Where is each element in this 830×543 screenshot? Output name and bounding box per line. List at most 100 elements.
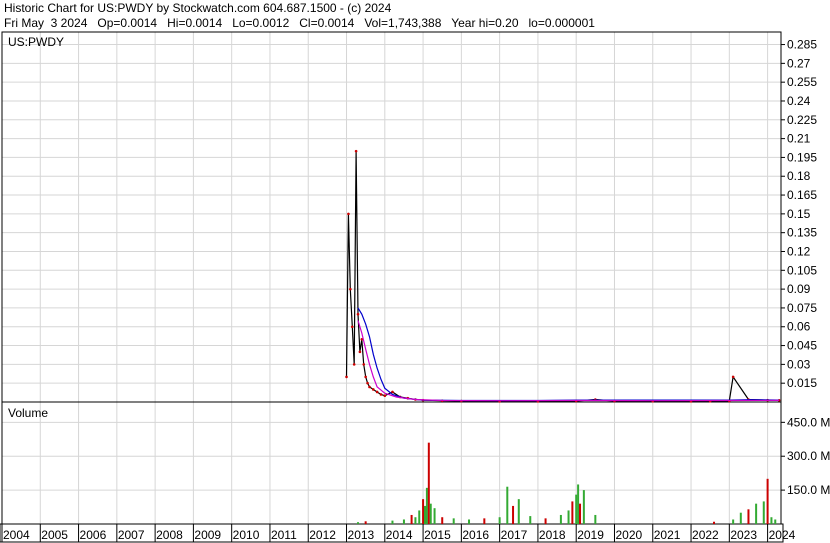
year-tick-label: 2005: [41, 528, 68, 542]
volume-bar: [577, 484, 580, 524]
year-tick-label: 2008: [156, 528, 183, 542]
year-tick-label: 2018: [539, 528, 566, 542]
price-tick-label: 0.24: [787, 94, 811, 108]
volume-bar: [582, 490, 585, 524]
price-tick-label: 0.195: [787, 150, 817, 164]
volume-bar: [755, 503, 758, 524]
volume-panel-label: Volume: [8, 406, 48, 420]
price-tick-label: 0.06: [787, 320, 811, 334]
price-tick-label: 0.045: [787, 339, 817, 353]
price-tick-label: 0.03: [787, 357, 811, 371]
price-point: [347, 212, 350, 216]
volume-bar: [402, 519, 405, 524]
price-tick-label: 0.225: [787, 113, 817, 127]
price-tick-label: 0.165: [787, 188, 817, 202]
volume-bar: [594, 514, 597, 524]
price-tick-label: 0.285: [787, 38, 817, 52]
volume-tick-label: 150.0 M: [787, 483, 830, 497]
volume-bar: [579, 503, 582, 524]
price-panel-frame: [1, 31, 782, 403]
price-point: [383, 394, 387, 398]
price-tick-label: 0.15: [787, 207, 811, 221]
volume-bar: [770, 517, 773, 524]
price-y-ticks: 0.285 0.27 0.255 0.24 0.225 0.21 0.195 0.18 0.16…: [781, 38, 817, 390]
year-tick-label: 2024: [769, 528, 796, 542]
year-tick-label: 2013: [348, 528, 375, 542]
price-point: [356, 312, 360, 316]
price-point: [372, 388, 375, 391]
volume-bar: [433, 508, 436, 524]
volume-gridlines: [1, 402, 781, 524]
price-tick-label: 0.18: [787, 169, 811, 183]
year-tick-label: 2022: [692, 528, 719, 542]
price-point: [358, 350, 362, 354]
volume-bar: [427, 442, 430, 524]
price-point: [731, 375, 735, 379]
volume-bar: [774, 519, 777, 524]
volume-bar: [517, 499, 520, 524]
price-point: [354, 149, 358, 153]
volume-bar: [512, 505, 515, 524]
volume-bar: [567, 510, 570, 524]
year-tick-label: 2015: [424, 528, 451, 542]
volume-bar: [575, 494, 578, 524]
price-panel-label: US:PWDY: [8, 35, 64, 49]
year-tick-label: 2019: [577, 528, 604, 542]
price-point: [345, 375, 348, 379]
price-tick-label: 0.12: [787, 244, 811, 258]
volume-y-ticks: 450.0 M 300.0 M 150.0 M: [781, 415, 830, 497]
volume-bar: [414, 517, 417, 524]
volume-bar: [423, 505, 426, 524]
year-tick-label: 2011: [271, 528, 297, 542]
price-volume-chart: US:PWDY Volume 0.285 0.27 0.255 0.24 0.225 0.…: [0, 31, 830, 543]
year-tick-label: 2007: [118, 528, 145, 542]
price-point: [352, 363, 356, 366]
volume-tick-label: 300.0 M: [787, 449, 830, 463]
volume-bar: [425, 487, 428, 524]
price-gridlines: [1, 32, 781, 402]
volume-bar: [739, 512, 742, 524]
volume-bars: [357, 442, 777, 524]
price-tick-label: 0.015: [787, 376, 817, 390]
year-tick-label: 2016: [462, 528, 489, 542]
year-tick-label: 2014: [386, 528, 413, 542]
price-tick-label: 0.135: [787, 226, 817, 240]
price-point: [350, 325, 354, 329]
volume-bar: [732, 519, 735, 524]
volume-bar: [429, 503, 432, 524]
price-point: [368, 385, 371, 389]
year-tick-label: 2004: [3, 528, 30, 542]
volume-bar: [441, 517, 444, 524]
volume-bar: [544, 518, 547, 524]
price-tick-label: 0.075: [787, 301, 817, 315]
price-point: [379, 393, 383, 396]
year-tick-label: 2021: [654, 528, 681, 542]
volume-bar: [571, 501, 574, 524]
price-point: [366, 381, 369, 385]
price-series-line: [357, 307, 780, 402]
price-tick-label: 0.255: [787, 75, 817, 89]
volume-bar: [391, 520, 394, 524]
price-series-line: [357, 320, 780, 402]
volume-bar: [483, 518, 486, 524]
year-tick-label: 2023: [730, 528, 757, 542]
volume-bar: [747, 509, 750, 524]
volume-bar: [422, 499, 425, 524]
year-tick-label: 2009: [194, 528, 221, 542]
volume-bar: [418, 510, 421, 524]
volume-bar: [364, 521, 367, 524]
volume-bar: [762, 501, 765, 524]
price-point: [375, 390, 379, 394]
volume-bar: [506, 486, 509, 524]
price-point: [349, 287, 352, 291]
price-tick-label: 0.09: [787, 282, 811, 296]
volume-bar: [559, 514, 562, 524]
volume-bar: [452, 518, 455, 524]
volume-bar: [713, 521, 716, 524]
volume-bar: [468, 519, 471, 524]
price-point: [364, 375, 367, 379]
volume-bar: [498, 517, 501, 524]
volume-bar: [357, 522, 360, 524]
volume-tick-label: 450.0 M: [787, 415, 830, 429]
price-tick-label: 0.27: [787, 56, 811, 70]
